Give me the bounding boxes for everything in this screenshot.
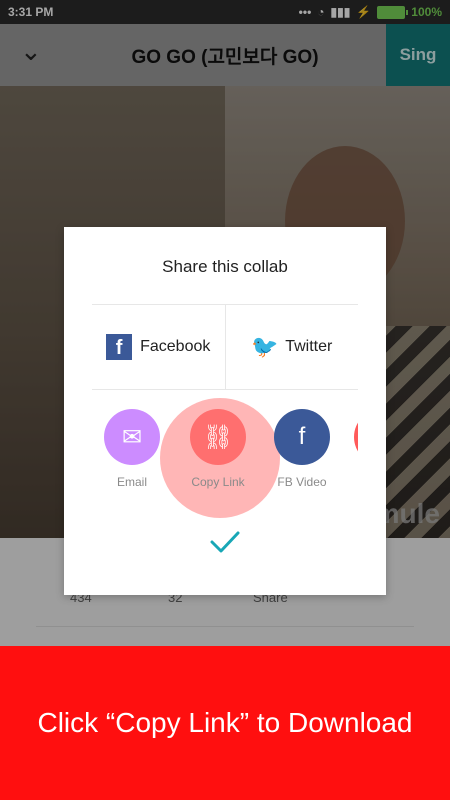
facebook-option[interactable]: f Facebook: [92, 305, 225, 389]
twitter-icon: 🐦: [251, 334, 279, 359]
share-options-row: ✉ Email ⛓ Copy Link f FB Video: [92, 409, 358, 489]
check-icon[interactable]: [210, 530, 240, 554]
fb-video-option[interactable]: f FB Video: [262, 409, 342, 489]
download-banner: Click “Copy Link” to Download: [0, 646, 450, 800]
share-dialog: Share this collab f Facebook 🐦 Twitter ✉…: [64, 227, 386, 595]
share-dialog-title: Share this collab: [162, 257, 288, 276]
link-icon: ⛓: [190, 409, 246, 465]
twitter-label: Twitter: [285, 338, 333, 355]
more-share-option-partial[interactable]: [342, 409, 358, 465]
email-option[interactable]: ✉ Email: [92, 409, 172, 489]
facebook-icon: f: [274, 409, 330, 465]
facebook-label: Facebook: [140, 338, 211, 355]
email-label: Email: [116, 475, 147, 489]
mail-icon: ✉: [104, 409, 160, 465]
copy-link-option[interactable]: ⛓ Copy Link: [178, 409, 258, 489]
twitter-option[interactable]: 🐦 Twitter: [224, 305, 359, 389]
more-icon: [354, 409, 358, 465]
facebook-icon: f: [106, 334, 133, 360]
fb-video-label: FB Video: [277, 475, 327, 489]
social-platform-row: f Facebook 🐦 Twitter: [92, 304, 358, 390]
download-banner-text: Click “Copy Link” to Download: [37, 707, 413, 738]
copy-link-label: Copy Link: [191, 475, 245, 489]
